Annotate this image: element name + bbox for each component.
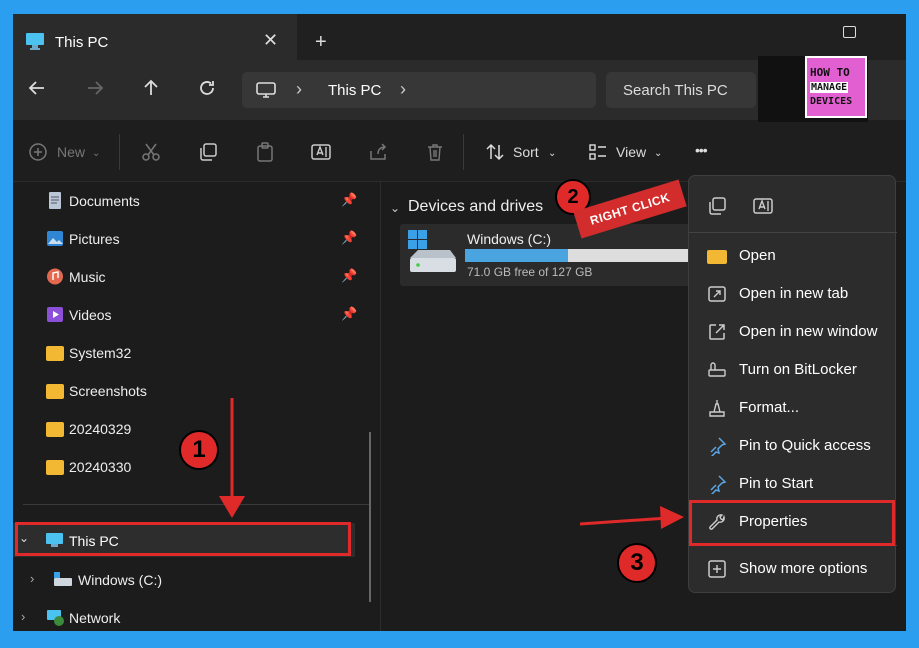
arrowhead-step1 (219, 496, 245, 518)
arrowhead-step3 (660, 506, 684, 529)
annotation-arrows (219, 398, 684, 529)
step-badge-1: 1 (179, 430, 219, 470)
arrow-step3 (579, 516, 669, 526)
step-badge-3: 3 (617, 543, 657, 583)
